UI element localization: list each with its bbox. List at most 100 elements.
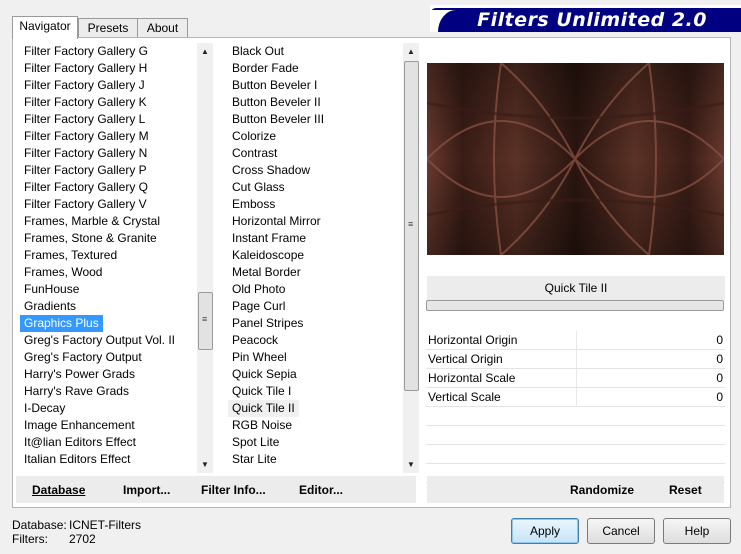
scroll-up-arrow-icon[interactable]: ▲ <box>197 43 213 60</box>
filter-item[interactable]: Quick Sepia <box>228 366 402 383</box>
grip-icon: ≡ <box>202 314 208 324</box>
parameter-row[interactable]: Vertical Origin 0 <box>426 350 725 369</box>
reset-button[interactable]: Reset <box>669 483 702 497</box>
filter-name-label: Quick Tile II <box>427 276 725 300</box>
category-item[interactable]: Filter Factory Gallery N <box>20 145 196 162</box>
randomize-button[interactable]: Randomize <box>570 483 634 497</box>
filter-item[interactable]: Button Beveler II <box>228 94 402 111</box>
category-scroll-thumb[interactable]: ≡ <box>198 292 213 350</box>
filter-info-button[interactable]: Filter Info... <box>201 483 266 497</box>
filter-item[interactable]: Cross Shadow <box>228 162 402 179</box>
filter-item[interactable]: Old Photo <box>228 281 402 298</box>
filter-item[interactable]: Cut Glass <box>228 179 402 196</box>
category-item[interactable]: Italian Editors Effect <box>20 451 196 468</box>
filter-item[interactable]: Metal Border <box>228 264 402 281</box>
filter-item[interactable]: Colorize <box>228 128 402 145</box>
import-button[interactable]: Import... <box>123 483 170 497</box>
parameter-label: Horizontal Scale <box>428 371 516 385</box>
category-list[interactable]: Filter Factory Gallery G Filter Factory G… <box>20 43 196 473</box>
filter-item[interactable]: Quick Tile I <box>228 383 402 400</box>
category-item[interactable]: Filter Factory Gallery L <box>20 111 196 128</box>
category-item[interactable]: Greg's Factory Output Vol. II <box>20 332 196 349</box>
parameter-row[interactable]: Horizontal Scale 0 <box>426 369 725 388</box>
category-item[interactable]: Filter Factory Gallery J <box>20 77 196 94</box>
filters-count-value: 2702 <box>69 532 96 546</box>
scroll-down-arrow-icon[interactable]: ▼ <box>197 456 213 473</box>
title-banner: Filters Unlimited 2.0 <box>430 5 741 32</box>
category-item[interactable]: Harry's Power Grads <box>20 366 196 383</box>
category-item[interactable]: Filter Factory Gallery K <box>20 94 196 111</box>
parameter-row[interactable]: Horizontal Origin 0 <box>426 331 725 350</box>
filter-item[interactable]: Horizontal Mirror <box>228 213 402 230</box>
filter-item[interactable]: Page Curl <box>228 298 402 315</box>
filter-item[interactable]: Black Out <box>228 43 402 60</box>
category-item[interactable]: Image Enhancement <box>20 417 196 434</box>
category-item[interactable]: Frames, Marble & Crystal <box>20 213 196 230</box>
banner-title: Filters Unlimited 2.0 <box>477 9 707 31</box>
tab-about[interactable]: About <box>137 18 188 38</box>
category-item[interactable]: FunHouse <box>20 281 196 298</box>
category-item[interactable]: Graphics Plus <box>20 315 103 332</box>
preset-toolbar: Randomize Reset <box>427 476 724 503</box>
category-item[interactable]: Frames, Textured <box>20 247 196 264</box>
category-item[interactable]: Filter Factory Gallery P <box>20 162 196 179</box>
category-item[interactable]: Frames, Stone & Granite <box>20 230 196 247</box>
parameter-label: Vertical Origin <box>428 352 503 366</box>
filter-item[interactable]: Border Fade <box>228 60 402 77</box>
filter-item[interactable]: Star Lite <box>228 451 402 468</box>
filter-item[interactable]: RGB Noise <box>228 417 402 434</box>
parameter-value[interactable]: 0 <box>716 350 723 368</box>
parameter-value[interactable]: 0 <box>716 331 723 349</box>
navigator-toolbar: Database Import... Filter Info... Editor… <box>16 476 416 503</box>
filter-preview <box>427 63 724 255</box>
database-value: ICNET-Filters <box>69 518 141 532</box>
filter-item[interactable]: Panel Stripes <box>228 315 402 332</box>
filters-count-label: Filters: <box>12 532 48 546</box>
horizontal-scroll-thumb[interactable] <box>426 300 724 311</box>
filter-item[interactable]: Emboss <box>228 196 402 213</box>
category-item[interactable]: Filter Factory Gallery V <box>20 196 196 213</box>
tab-presets[interactable]: Presets <box>78 18 138 38</box>
category-item[interactable]: I-Decay <box>20 400 196 417</box>
parameter-row[interactable]: Vertical Scale 0 <box>426 388 725 407</box>
category-item[interactable]: Greg's Factory Output <box>20 349 196 366</box>
category-item[interactable]: Filter Factory Gallery Q <box>20 179 196 196</box>
help-button[interactable]: Help <box>663 518 731 544</box>
database-button[interactable]: Database <box>32 483 85 497</box>
filter-item[interactable]: Button Beveler I <box>228 77 402 94</box>
filter-item[interactable]: Spot Lite <box>228 434 402 451</box>
filter-item[interactable]: Button Beveler III <box>228 111 402 128</box>
category-item[interactable]: Filter Factory Gallery G <box>20 43 196 60</box>
parameter-label: Horizontal Origin <box>428 333 518 347</box>
horizontal-scrollbar[interactable] <box>426 300 724 312</box>
filter-list[interactable]: Black Out Border Fade Button Beveler I Butt… <box>228 43 402 473</box>
filter-item[interactable]: Contrast <box>228 145 402 162</box>
category-item[interactable]: Frames, Wood <box>20 264 196 281</box>
filter-item[interactable]: Quick Tile II <box>228 400 299 417</box>
category-item[interactable]: Gradients <box>20 298 196 315</box>
category-scrollbar[interactable]: ▲ ≡ ▼ <box>197 43 213 473</box>
tab-navigator[interactable]: Navigator <box>12 16 78 39</box>
apply-button[interactable]: Apply <box>511 518 579 544</box>
parameter-list: Horizontal Origin 0 Vertical Origin 0 Horizo… <box>426 331 725 483</box>
filter-scroll-thumb[interactable]: ≡ <box>404 61 419 391</box>
category-item[interactable]: It@lian Editors Effect <box>20 434 196 451</box>
category-item[interactable]: Filter Factory Gallery M <box>20 128 196 145</box>
cancel-button[interactable]: Cancel <box>587 518 655 544</box>
grip-icon: ≡ <box>408 219 414 229</box>
category-item[interactable]: Harry's Rave Grads <box>20 383 196 400</box>
database-label: Database: <box>12 518 67 532</box>
filter-scrollbar[interactable]: ▲ ≡ ▼ <box>403 43 419 473</box>
filter-item[interactable]: Pin Wheel <box>228 349 402 366</box>
scroll-up-arrow-icon[interactable]: ▲ <box>403 43 419 60</box>
parameter-value[interactable]: 0 <box>716 369 723 387</box>
parameter-value[interactable]: 0 <box>716 388 723 406</box>
filter-item[interactable]: Instant Frame <box>228 230 402 247</box>
filter-item[interactable]: Peacock <box>228 332 402 349</box>
status-info: Database: ICNET-Filters Filters: 2702 <box>12 518 141 546</box>
preview-image <box>427 63 724 255</box>
scroll-down-arrow-icon[interactable]: ▼ <box>403 456 419 473</box>
filter-item[interactable]: Kaleidoscope <box>228 247 402 264</box>
category-item[interactable]: Filter Factory Gallery H <box>20 60 196 77</box>
editor-button[interactable]: Editor... <box>299 483 343 497</box>
